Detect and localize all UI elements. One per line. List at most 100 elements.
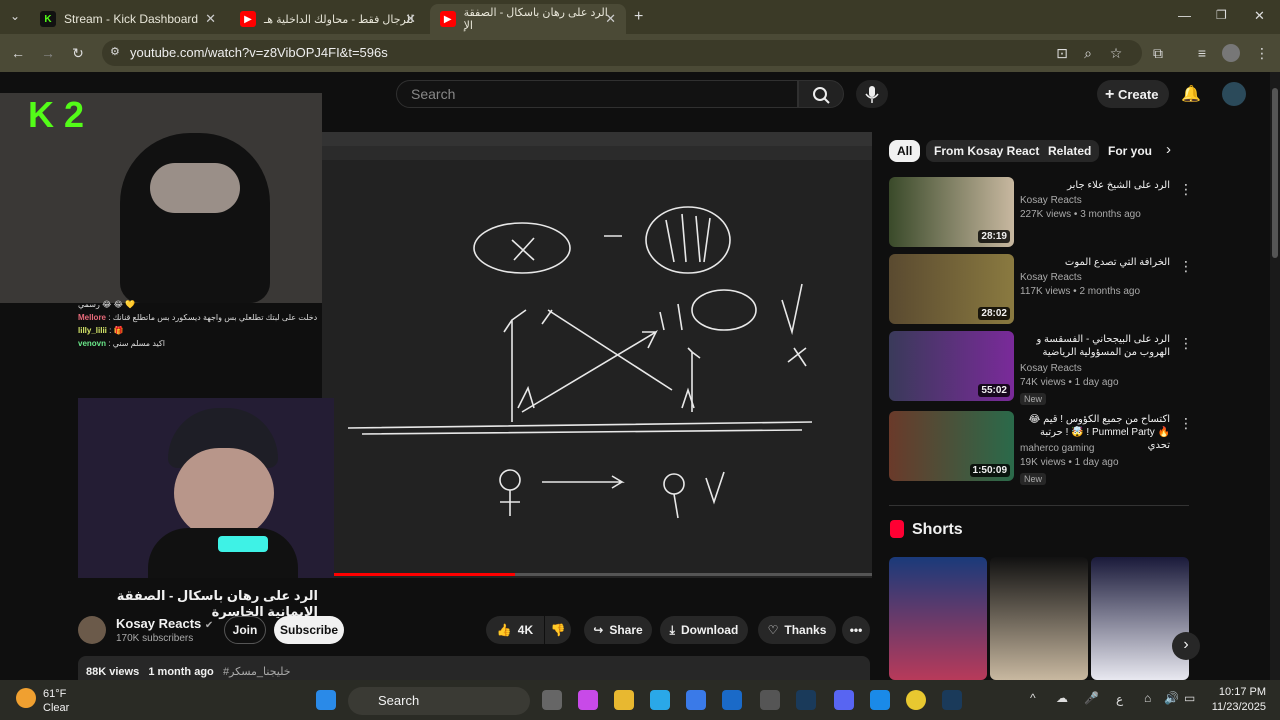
kebab-menu-icon[interactable]: ⋮ xyxy=(1179,415,1193,432)
chrome-icon[interactable] xyxy=(906,690,926,710)
video-thumbnail[interactable]: 28:02 xyxy=(889,254,1014,324)
windows-start-icon[interactable] xyxy=(316,690,336,710)
forward-icon[interactable]: → xyxy=(38,44,58,62)
new-tab-button[interactable]: + xyxy=(634,8,643,26)
task-view-icon[interactable] xyxy=(542,690,562,710)
side-video-meta: 117K views • 2 months ago xyxy=(1020,286,1141,297)
join-button[interactable]: Join xyxy=(224,616,266,644)
video-progress-bar[interactable] xyxy=(322,573,872,576)
app2-icon[interactable] xyxy=(870,690,890,710)
tab-youtube-2[interactable]: ▶ للرجال فقط - محاولك الداخلية هـ ✕ xyxy=(230,4,426,34)
maximize-button[interactable]: ❐ xyxy=(1216,8,1227,22)
steam-icon[interactable] xyxy=(796,690,816,710)
profile-avatar[interactable] xyxy=(1222,44,1240,62)
share-button[interactable]: ↪ Share xyxy=(584,616,652,644)
extensions-icon[interactable]: ⧉ xyxy=(1148,44,1168,62)
shorts-next-button[interactable]: › xyxy=(1172,632,1200,660)
side-video-title: الخرافة التي تصدع الموت xyxy=(1064,257,1170,268)
back-icon[interactable]: ← xyxy=(8,44,28,62)
close-icon[interactable]: ✕ xyxy=(605,11,616,27)
app-icon[interactable] xyxy=(760,690,780,710)
window-close-button[interactable]: ✕ xyxy=(1254,8,1265,24)
hashtag[interactable]: #خليجنا_مسكر xyxy=(223,666,291,678)
minimize-button[interactable]: — xyxy=(1178,8,1191,23)
kebab-menu-icon[interactable]: ⋮ xyxy=(1179,258,1193,275)
subscribe-button[interactable]: Subscribe xyxy=(274,616,344,644)
description-box[interactable]: 88K views 1 month ago #خليجنا_مسكر xyxy=(78,656,870,680)
like-button[interactable]: 👍 4K xyxy=(486,616,544,644)
outlook-icon[interactable] xyxy=(722,690,742,710)
short-thumbnail[interactable] xyxy=(889,557,987,680)
clock-date[interactable]: 11/23/2025 xyxy=(1206,701,1266,713)
channel-name[interactable]: Kosay Reacts ✔ xyxy=(116,616,213,631)
close-icon[interactable]: ✕ xyxy=(405,11,416,27)
tab-kick-dashboard[interactable]: K Stream - Kick Dashboard ✕ xyxy=(30,4,226,34)
store-icon[interactable] xyxy=(686,690,706,710)
steam2-icon[interactable] xyxy=(942,690,962,710)
webcam-overlay-bottom xyxy=(78,398,334,578)
onedrive-icon[interactable]: ☁ xyxy=(1056,691,1068,705)
short-thumbnail[interactable] xyxy=(990,557,1088,680)
chat-text: اكيد مسلم سني xyxy=(112,339,165,348)
close-icon[interactable]: ✕ xyxy=(205,11,216,27)
kebab-menu-icon[interactable]: ⋮ xyxy=(1179,181,1193,198)
chip-all[interactable]: All xyxy=(889,140,921,162)
download-button[interactable]: ⤓ Download xyxy=(660,616,748,644)
channel-avatar[interactable] xyxy=(78,616,106,644)
install-icon[interactable]: ⊡ xyxy=(1052,44,1072,62)
mic-tray-icon[interactable]: 🎤 xyxy=(1084,691,1099,705)
create-label: Create xyxy=(1117,87,1159,102)
bell-icon[interactable]: 🔔 xyxy=(1181,84,1201,104)
create-button[interactable]: + Create xyxy=(1097,80,1169,108)
tab-title: الرد على رهان باسكال - الصفقة الإ xyxy=(463,7,608,32)
volume-icon[interactable]: 🔊 xyxy=(1164,691,1179,705)
side-video-item[interactable]: 28:02 الخرافة التي تصدع الموت Kosay Reac… xyxy=(889,254,1193,326)
tab-youtube-active[interactable]: ▶ الرد على رهان باسكال - الصفقة الإ ✕ xyxy=(430,4,626,34)
discord-icon[interactable] xyxy=(834,690,854,710)
more-actions-button[interactable]: ••• xyxy=(842,616,870,644)
scrollbar[interactable] xyxy=(1270,72,1280,680)
language-indicator[interactable]: ع xyxy=(1116,692,1123,706)
subscriber-count: 170K subscribers xyxy=(116,633,194,644)
chip-from-channel[interactable]: From Kosay Reacts xyxy=(926,140,1055,162)
video-player[interactable] xyxy=(322,132,872,578)
side-video-item[interactable]: 55:02 الرد على البيجحاني - الفسقسة و اله… xyxy=(889,331,1193,405)
file-explorer-icon[interactable] xyxy=(614,690,634,710)
voice-search-button[interactable] xyxy=(856,80,888,108)
search-input[interactable]: Search xyxy=(396,80,798,108)
edge-icon[interactable] xyxy=(650,690,670,710)
video-thumbnail[interactable]: 1:50:09 xyxy=(889,411,1014,481)
site-info-icon[interactable]: ⚙ xyxy=(110,45,120,58)
m365-icon[interactable] xyxy=(578,690,598,710)
tab-search-icon[interactable]: ⌄ xyxy=(10,9,20,23)
taskbar-search[interactable]: Search xyxy=(348,687,530,715)
upload-date: 1 month ago xyxy=(148,666,214,678)
address-bar[interactable]: youtube.com/watch?v=z8VibOPJ4FI&t=596s xyxy=(102,40,1142,66)
kick-logo: K 2 xyxy=(28,94,85,135)
network-icon[interactable]: ⌂ xyxy=(1144,691,1151,705)
clock-time[interactable]: 10:17 PM xyxy=(1206,686,1266,698)
chat-user: venovn xyxy=(78,339,107,348)
menu-icon[interactable]: ⋮ xyxy=(1252,44,1272,62)
reload-icon[interactable]: ↻ xyxy=(68,44,88,62)
star-icon[interactable]: ☆ xyxy=(1106,44,1126,62)
chip-related[interactable]: Related xyxy=(1040,140,1100,162)
zoom-icon[interactable]: ⌕ xyxy=(1078,44,1098,62)
side-video-item[interactable]: 1:50:09 😂 اكتساح من جميع الكؤوس ! قيم حر… xyxy=(889,411,1193,485)
kebab-menu-icon[interactable]: ⋮ xyxy=(1179,335,1193,352)
video-thumbnail[interactable]: 28:19 xyxy=(889,177,1014,247)
video-thumbnail[interactable]: 55:02 xyxy=(889,331,1014,401)
account-avatar[interactable] xyxy=(1222,82,1246,106)
chip-for-you[interactable]: For you xyxy=(1100,140,1160,162)
tray-chevron-icon[interactable]: ^ xyxy=(1030,691,1036,705)
side-video-item[interactable]: 28:19 الرد على الشيخ علاء جابر Kosay Rea… xyxy=(889,177,1193,249)
chevron-right-icon[interactable]: › xyxy=(1166,141,1171,158)
short-thumbnail[interactable] xyxy=(1091,557,1189,680)
search-button[interactable] xyxy=(798,80,844,108)
side-video-channel: Kosay Reacts xyxy=(1020,195,1082,206)
reading-list-icon[interactable]: ≡ xyxy=(1192,44,1212,62)
weather-icon[interactable] xyxy=(16,688,36,708)
share-icon: ↪ xyxy=(593,623,604,637)
battery-icon[interactable]: ▭ xyxy=(1184,691,1195,705)
thanks-button[interactable]: ♡ Thanks xyxy=(758,616,836,644)
